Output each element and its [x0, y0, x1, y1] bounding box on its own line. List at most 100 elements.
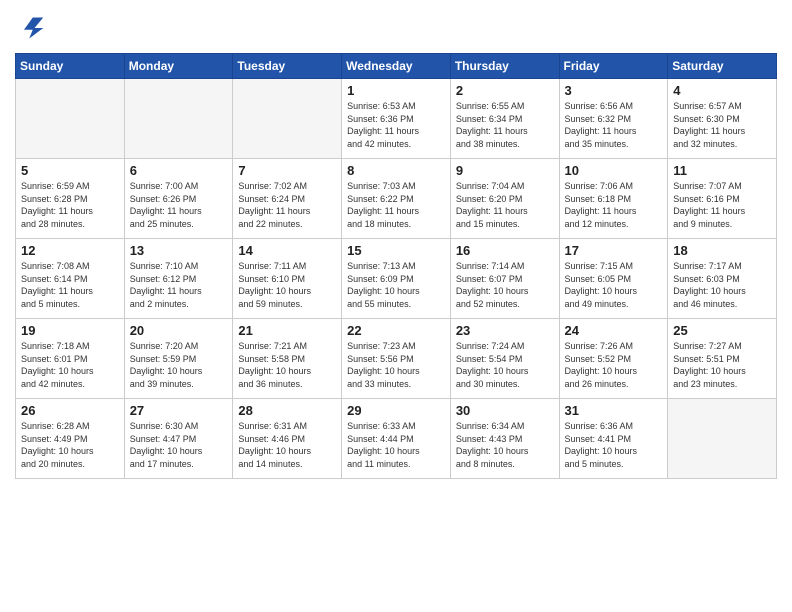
day-cell: [668, 399, 777, 479]
day-cell: 30 Sunrise: 6:34 AM Sunset: 4:43 PM Dayli…: [450, 399, 559, 479]
day-header-sunday: Sunday: [16, 54, 125, 79]
day-info: Sunrise: 7:13 AM Sunset: 6:09 PM Dayligh…: [347, 260, 445, 310]
day-info: Sunrise: 7:24 AM Sunset: 5:54 PM Dayligh…: [456, 340, 554, 390]
day-cell: 10 Sunrise: 7:06 AM Sunset: 6:18 PM Dayli…: [559, 159, 668, 239]
day-number: 17: [565, 243, 663, 258]
day-cell: 12 Sunrise: 7:08 AM Sunset: 6:14 PM Dayli…: [16, 239, 125, 319]
week-row-1: 1Sunrise: 6:53 AM Sunset: 6:36 PM Daylig…: [16, 79, 777, 159]
day-number: 30: [456, 403, 554, 418]
day-cell: 17 Sunrise: 7:15 AM Sunset: 6:05 PM Dayli…: [559, 239, 668, 319]
day-cell: 2 Sunrise: 6:55 AM Sunset: 6:34 PM Daylig…: [450, 79, 559, 159]
day-number: 2: [456, 83, 554, 98]
day-info: Sunrise: 7:04 AM Sunset: 6:20 PM Dayligh…: [456, 180, 554, 230]
day-cell: 4 Sunrise: 6:57 AM Sunset: 6:30 PM Daylig…: [668, 79, 777, 159]
day-info: Sunrise: 7:15 AM Sunset: 6:05 PM Dayligh…: [565, 260, 663, 310]
day-info: Sunrise: 6:34 AM Sunset: 4:43 PM Dayligh…: [456, 420, 554, 470]
day-cell: 26 Sunrise: 6:28 AM Sunset: 4:49 PM Dayli…: [16, 399, 125, 479]
day-cell: 18 Sunrise: 7:17 AM Sunset: 6:03 PM Dayli…: [668, 239, 777, 319]
day-number: 6: [130, 163, 228, 178]
day-info: Sunrise: 6:59 AM Sunset: 6:28 PM Dayligh…: [21, 180, 119, 230]
day-cell: 5 Sunrise: 6:59 AM Sunset: 6:28 PM Daylig…: [16, 159, 125, 239]
day-number: 24: [565, 323, 663, 338]
day-number: 11: [673, 163, 771, 178]
week-row-3: 12 Sunrise: 7:08 AM Sunset: 6:14 PM Dayli…: [16, 239, 777, 319]
day-cell: 29 Sunrise: 6:33 AM Sunset: 4:44 PM Dayli…: [342, 399, 451, 479]
day-cell: 24 Sunrise: 7:26 AM Sunset: 5:52 PM Dayli…: [559, 319, 668, 399]
day-number: 5: [21, 163, 119, 178]
day-number: 16: [456, 243, 554, 258]
day-cell: 27 Sunrise: 6:30 AM Sunset: 4:47 PM Dayli…: [124, 399, 233, 479]
day-number: 19: [21, 323, 119, 338]
day-cell: 3Sunrise: 6:56 AM Sunset: 6:32 PM Daylig…: [559, 79, 668, 159]
day-cell: 14Sunrise: 7:11 AM Sunset: 6:10 PM Dayli…: [233, 239, 342, 319]
day-header-row: SundayMondayTuesdayWednesdayThursdayFrid…: [16, 54, 777, 79]
day-cell: 11 Sunrise: 7:07 AM Sunset: 6:16 PM Dayli…: [668, 159, 777, 239]
day-number: 7: [238, 163, 336, 178]
day-info: Sunrise: 7:18 AM Sunset: 6:01 PM Dayligh…: [21, 340, 119, 390]
day-info: Sunrise: 6:31 AM Sunset: 4:46 PM Dayligh…: [238, 420, 336, 470]
day-number: 23: [456, 323, 554, 338]
day-cell: [16, 79, 125, 159]
day-cell: 8Sunrise: 7:03 AM Sunset: 6:22 PM Daylig…: [342, 159, 451, 239]
day-info: Sunrise: 7:08 AM Sunset: 6:14 PM Dayligh…: [21, 260, 119, 310]
day-info: Sunrise: 7:21 AM Sunset: 5:58 PM Dayligh…: [238, 340, 336, 390]
day-number: 18: [673, 243, 771, 258]
day-number: 21: [238, 323, 336, 338]
day-number: 29: [347, 403, 445, 418]
day-cell: 22 Sunrise: 7:23 AM Sunset: 5:56 PM Dayli…: [342, 319, 451, 399]
day-number: 14: [238, 243, 336, 258]
day-cell: 31 Sunrise: 6:36 AM Sunset: 4:41 PM Dayli…: [559, 399, 668, 479]
day-number: 12: [21, 243, 119, 258]
day-number: 20: [130, 323, 228, 338]
day-number: 26: [21, 403, 119, 418]
day-number: 4: [673, 83, 771, 98]
day-number: 22: [347, 323, 445, 338]
week-row-2: 5 Sunrise: 6:59 AM Sunset: 6:28 PM Daylig…: [16, 159, 777, 239]
week-row-5: 26 Sunrise: 6:28 AM Sunset: 4:49 PM Dayli…: [16, 399, 777, 479]
day-info: Sunrise: 6:33 AM Sunset: 4:44 PM Dayligh…: [347, 420, 445, 470]
day-header-wednesday: Wednesday: [342, 54, 451, 79]
day-info: Sunrise: 7:06 AM Sunset: 6:18 PM Dayligh…: [565, 180, 663, 230]
day-cell: 21 Sunrise: 7:21 AM Sunset: 5:58 PM Dayli…: [233, 319, 342, 399]
day-info: Sunrise: 7:17 AM Sunset: 6:03 PM Dayligh…: [673, 260, 771, 310]
day-header-friday: Friday: [559, 54, 668, 79]
day-info: Sunrise: 6:28 AM Sunset: 4:49 PM Dayligh…: [21, 420, 119, 470]
day-info: Sunrise: 6:36 AM Sunset: 4:41 PM Dayligh…: [565, 420, 663, 470]
day-cell: 20 Sunrise: 7:20 AM Sunset: 5:59 PM Dayli…: [124, 319, 233, 399]
day-number: 10: [565, 163, 663, 178]
day-info: Sunrise: 7:27 AM Sunset: 5:51 PM Dayligh…: [673, 340, 771, 390]
day-number: 27: [130, 403, 228, 418]
day-cell: 1Sunrise: 6:53 AM Sunset: 6:36 PM Daylig…: [342, 79, 451, 159]
day-info: Sunrise: 6:56 AM Sunset: 6:32 PM Dayligh…: [565, 100, 663, 150]
day-number: 9: [456, 163, 554, 178]
day-cell: 6 Sunrise: 7:00 AM Sunset: 6:26 PM Daylig…: [124, 159, 233, 239]
day-header-monday: Monday: [124, 54, 233, 79]
day-cell: 7 Sunrise: 7:02 AM Sunset: 6:24 PM Daylig…: [233, 159, 342, 239]
day-number: 31: [565, 403, 663, 418]
day-number: 28: [238, 403, 336, 418]
header: [15, 10, 777, 47]
day-number: 1: [347, 83, 445, 98]
day-info: Sunrise: 6:57 AM Sunset: 6:30 PM Dayligh…: [673, 100, 771, 150]
day-cell: [124, 79, 233, 159]
day-info: Sunrise: 7:26 AM Sunset: 5:52 PM Dayligh…: [565, 340, 663, 390]
day-cell: 28 Sunrise: 6:31 AM Sunset: 4:46 PM Dayli…: [233, 399, 342, 479]
day-info: Sunrise: 7:20 AM Sunset: 5:59 PM Dayligh…: [130, 340, 228, 390]
day-info: Sunrise: 7:23 AM Sunset: 5:56 PM Dayligh…: [347, 340, 445, 390]
day-number: 15: [347, 243, 445, 258]
logo-icon: [17, 14, 45, 42]
day-info: Sunrise: 7:02 AM Sunset: 6:24 PM Dayligh…: [238, 180, 336, 230]
day-cell: 9 Sunrise: 7:04 AM Sunset: 6:20 PM Daylig…: [450, 159, 559, 239]
day-cell: 25Sunrise: 7:27 AM Sunset: 5:51 PM Dayli…: [668, 319, 777, 399]
day-cell: 16Sunrise: 7:14 AM Sunset: 6:07 PM Dayli…: [450, 239, 559, 319]
day-cell: 19 Sunrise: 7:18 AM Sunset: 6:01 PM Dayli…: [16, 319, 125, 399]
day-info: Sunrise: 7:10 AM Sunset: 6:12 PM Dayligh…: [130, 260, 228, 310]
day-info: Sunrise: 7:07 AM Sunset: 6:16 PM Dayligh…: [673, 180, 771, 230]
day-cell: 23 Sunrise: 7:24 AM Sunset: 5:54 PM Dayli…: [450, 319, 559, 399]
day-info: Sunrise: 6:30 AM Sunset: 4:47 PM Dayligh…: [130, 420, 228, 470]
day-cell: 15 Sunrise: 7:13 AM Sunset: 6:09 PM Dayli…: [342, 239, 451, 319]
day-number: 13: [130, 243, 228, 258]
day-info: Sunrise: 7:00 AM Sunset: 6:26 PM Dayligh…: [130, 180, 228, 230]
day-info: Sunrise: 6:55 AM Sunset: 6:34 PM Dayligh…: [456, 100, 554, 150]
day-header-thursday: Thursday: [450, 54, 559, 79]
